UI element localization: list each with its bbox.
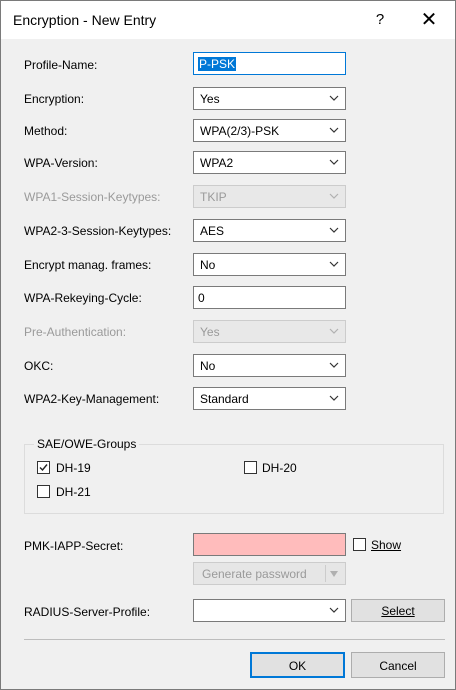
wpa1-session-keytypes-select: TKIP	[193, 185, 346, 208]
okc-value: No	[200, 359, 216, 373]
encryption-value: Yes	[200, 92, 220, 106]
chevron-down-icon	[329, 193, 339, 199]
select-button-label: Select	[381, 604, 415, 618]
chevron-down-icon	[329, 261, 339, 267]
chevron-down-icon	[329, 95, 339, 101]
profile-name-input[interactable]: P-PSK	[193, 52, 346, 75]
encryption-select[interactable]: Yes	[193, 87, 346, 110]
dh20-checkbox[interactable]	[244, 461, 257, 474]
help-icon[interactable]: ?	[369, 8, 391, 32]
dh21-checkbox[interactable]	[37, 485, 50, 498]
chevron-down-icon	[329, 127, 339, 133]
method-value: WPA(2/3)-PSK	[200, 124, 280, 138]
cancel-button-label: Cancel	[379, 659, 417, 673]
wpa2-key-management-label: WPA2-Key-Management:	[24, 392, 160, 406]
chevron-down-icon	[329, 328, 339, 334]
wpa2-key-management-select[interactable]: Standard	[193, 387, 346, 410]
wpa2-3-session-keytypes-value: AES	[200, 224, 225, 238]
method-select[interactable]: WPA(2/3)-PSK	[193, 119, 346, 142]
profile-name-value: P-PSK	[198, 57, 237, 71]
footer-separator	[24, 639, 445, 640]
generate-password-button: Generate password	[193, 562, 346, 585]
encrypt-manag-frames-label: Encrypt manag. frames:	[24, 258, 152, 272]
radius-server-profile-label: RADIUS-Server-Profile:	[24, 605, 151, 619]
dialog-window: Encryption - New Entry ? ✕ Profile-Name:…	[0, 0, 456, 690]
encrypt-manag-frames-value: No	[200, 258, 216, 272]
show-password-checkbox[interactable]	[353, 538, 366, 551]
ok-button[interactable]: OK	[250, 652, 345, 678]
sae-owe-groups-box	[24, 444, 444, 514]
show-password-text: Show	[371, 538, 402, 552]
pre-authentication-label: Pre-Authentication:	[24, 325, 127, 339]
wpa2-key-management-value: Standard	[200, 392, 249, 406]
encrypt-manag-frames-select[interactable]: No	[193, 253, 346, 276]
select-button[interactable]: Select	[351, 599, 445, 622]
wpa1-session-keytypes-value: TKIP	[200, 190, 227, 204]
chevron-down-icon	[329, 159, 339, 165]
radius-server-profile-select[interactable]	[193, 599, 346, 622]
wpa-version-label: WPA-Version:	[24, 156, 98, 170]
wpa-rekeying-cycle-label: WPA-Rekeying-Cycle:	[24, 291, 142, 305]
chevron-down-icon	[329, 227, 339, 233]
chevron-down-icon	[329, 362, 339, 368]
chevron-down-icon	[329, 607, 339, 613]
wpa2-3-session-keytypes-label: WPA2-3-Session-Keytypes:	[24, 224, 172, 238]
encryption-label: Encryption:	[24, 92, 85, 106]
wpa2-3-session-keytypes-select[interactable]: AES	[193, 219, 346, 242]
okc-label: OKC:	[24, 359, 54, 373]
window-title: Encryption - New Entry	[13, 12, 157, 28]
wpa-rekeying-cycle-input[interactable]: 0	[193, 286, 346, 309]
dh20-label: DH-20	[262, 461, 297, 475]
title-bar: Encryption - New Entry ? ✕	[1, 1, 455, 39]
wpa1-session-keytypes-label: WPA1-Session-Keytypes:	[24, 190, 161, 204]
generate-password-label: Generate password	[202, 567, 307, 581]
pre-authentication-value: Yes	[200, 325, 220, 339]
method-label: Method:	[24, 124, 68, 138]
pmk-iapp-secret-label: PMK-IAPP-Secret:	[24, 539, 124, 553]
profile-name-label: Profile-Name:	[24, 58, 98, 72]
show-password-label: Show	[371, 538, 401, 552]
sae-owe-groups-title: SAE/OWE-Groups	[34, 437, 140, 451]
okc-select[interactable]: No	[193, 354, 346, 377]
dh19-label: DH-19	[56, 461, 91, 475]
wpa-version-select[interactable]: WPA2	[193, 151, 346, 174]
dropdown-arrow-icon	[330, 571, 338, 577]
dh21-label: DH-21	[56, 485, 91, 499]
close-icon[interactable]: ✕	[414, 6, 444, 34]
checkmark-icon	[39, 464, 48, 472]
dh19-checkbox[interactable]	[37, 461, 50, 474]
wpa-version-value: WPA2	[200, 156, 234, 170]
pmk-iapp-secret-input[interactable]	[193, 533, 346, 556]
wpa-rekeying-cycle-value: 0	[198, 291, 205, 305]
cancel-button[interactable]: Cancel	[351, 652, 445, 678]
chevron-down-icon	[329, 395, 339, 401]
pre-authentication-select: Yes	[193, 320, 346, 343]
ok-button-label: OK	[288, 659, 307, 673]
